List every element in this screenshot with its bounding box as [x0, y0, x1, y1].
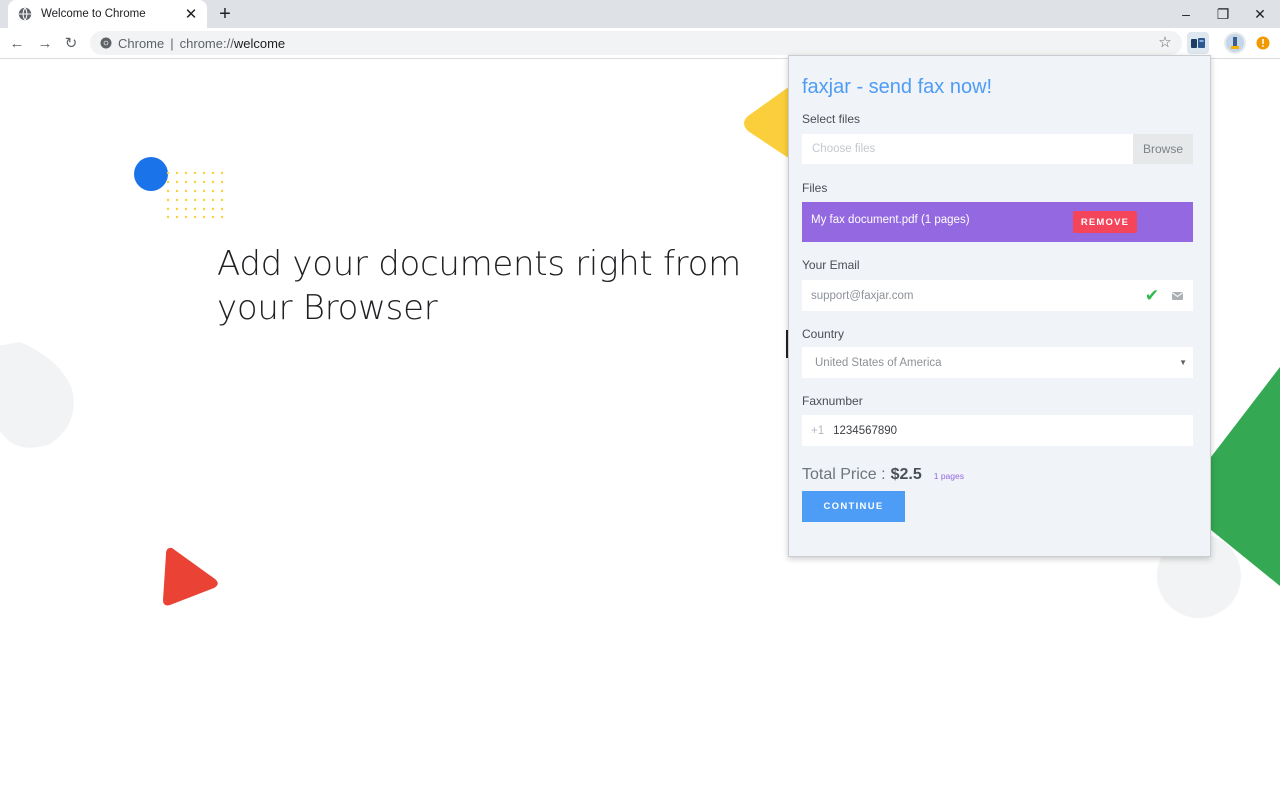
remove-file-button[interactable]: REMOVE	[1073, 211, 1137, 233]
popup-title: faxjar - send fax now!	[802, 76, 993, 98]
chrome-icon	[100, 37, 112, 49]
faxjar-extension-icon[interactable]	[1187, 32, 1209, 54]
country-select[interactable]: United States of America ▼	[802, 347, 1193, 378]
profile-avatar-icon[interactable]	[1224, 32, 1246, 54]
file-list-item: My fax document.pdf (1 pages) REMOVE	[802, 202, 1193, 242]
email-field[interactable]: support@faxjar.com ✔	[802, 280, 1193, 311]
url-separator: |	[170, 35, 174, 51]
browse-button[interactable]: Browse	[1133, 134, 1193, 164]
url-scheme: chrome://	[179, 35, 234, 51]
address-bar[interactable]: Chrome | chrome:// welcome	[90, 31, 1182, 55]
globe-icon	[18, 7, 32, 21]
new-tab-button[interactable]: +	[215, 3, 235, 25]
forward-button[interactable]: →	[34, 32, 56, 54]
pages-badge: 1 pages	[933, 471, 964, 481]
site-label: Chrome	[118, 35, 165, 51]
file-name: My fax document.pdf (1 pages)	[811, 214, 970, 226]
faxnumber-field[interactable]: +1 1234567890	[802, 415, 1193, 446]
email-label: Your Email	[802, 258, 860, 272]
file-chooser-input[interactable]: Choose files	[802, 134, 1133, 164]
faxnumber-value: 1234567890	[833, 424, 898, 437]
files-label: Files	[802, 181, 828, 195]
url-host: welcome	[233, 35, 286, 51]
country-label: Country	[802, 327, 845, 341]
page-headline: Add your documents right from your Brows…	[217, 244, 741, 328]
back-button[interactable]: ←	[6, 32, 28, 54]
total-price: Total Price : $2.5 1 pages	[802, 466, 964, 484]
reload-button[interactable]: ↻	[60, 32, 82, 54]
continue-button[interactable]: CONTINUE	[802, 491, 905, 522]
email-value: support@faxjar.com	[811, 289, 914, 302]
country-value: United States of America	[815, 356, 942, 369]
window-close-button[interactable]: ✕	[1242, 0, 1278, 28]
tab-close-icon[interactable]: ✕	[183, 6, 199, 23]
total-price-amount: $2.5	[890, 466, 922, 483]
faxnumber-label: Faxnumber	[802, 394, 863, 408]
check-icon: ✔	[1144, 285, 1160, 305]
total-price-label: Total Price :	[802, 466, 886, 483]
update-alert-icon[interactable]	[1252, 32, 1274, 54]
tab-title: Welcome to Chrome	[41, 8, 146, 20]
country-code-prefix: +1	[811, 424, 825, 437]
tab-welcome[interactable]: Welcome to Chrome ✕	[8, 0, 207, 28]
chevron-down-icon: ▼	[1179, 358, 1187, 367]
restore-button[interactable]: ❐	[1205, 0, 1241, 28]
envelope-icon	[1170, 289, 1184, 303]
minimize-button[interactable]: –	[1168, 0, 1204, 28]
faxjar-popup: faxjar - send fax now! Select files Choo…	[788, 55, 1211, 557]
tab-strip: Welcome to Chrome ✕ + – ❐ ✕	[0, 0, 1280, 28]
select-files-label: Select files	[802, 112, 861, 126]
bookmark-star-icon[interactable]: ☆	[1156, 33, 1174, 51]
